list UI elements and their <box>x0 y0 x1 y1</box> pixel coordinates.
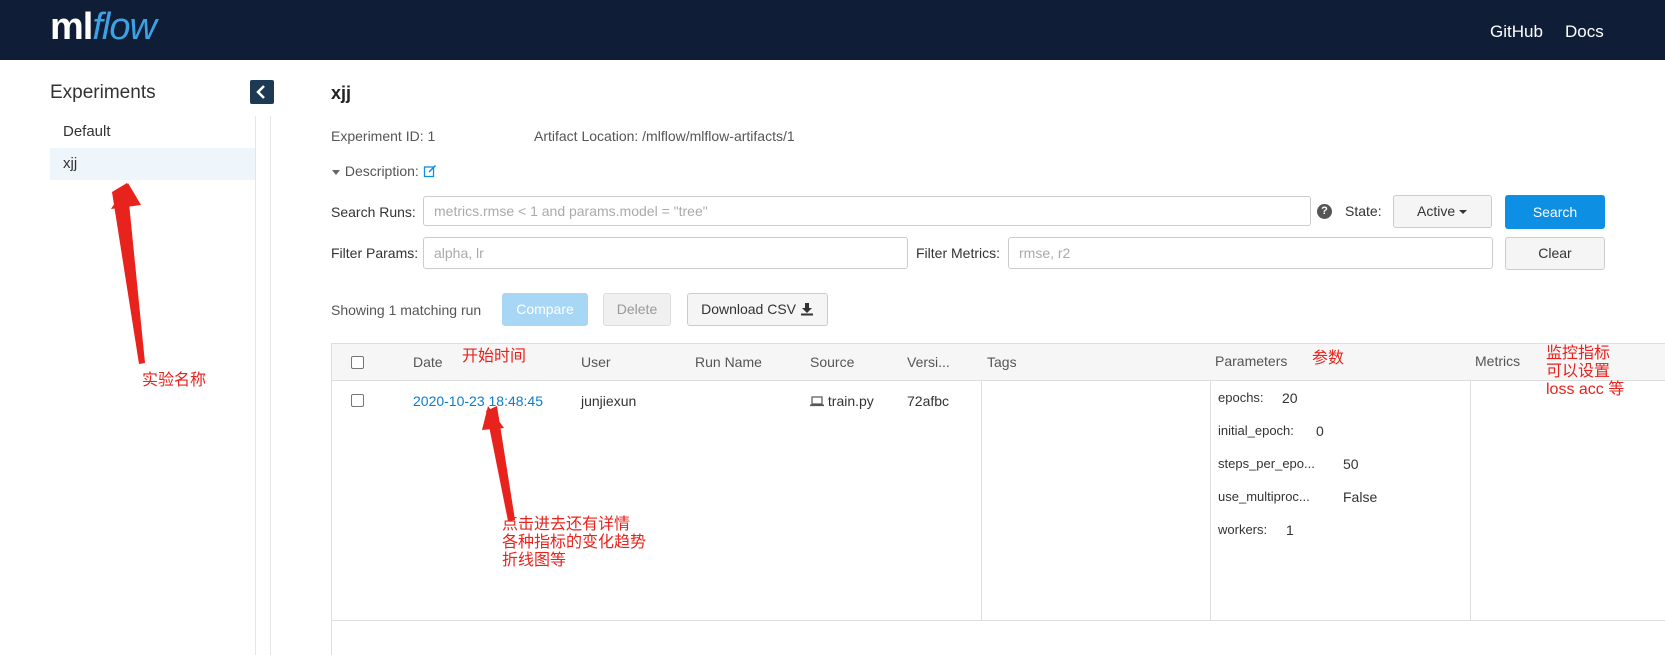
arrow-to-experiment <box>112 183 145 364</box>
annotation-details-line: 各种指标的变化趋势 <box>502 534 647 551</box>
annotation-experiment-name: 实验名称 <box>142 372 207 389</box>
annotation-arrows <box>111 183 515 521</box>
annotation-start-time: 开始时间 <box>462 348 527 365</box>
annotation-metrics-line: 可以设置 <box>1546 363 1611 380</box>
annotation-metrics: 监控指标 可以设置 loss acc 等 <box>1546 345 1624 399</box>
annotation-details-line: 折线图等 <box>502 552 567 569</box>
annotation-params: 参数 <box>1312 350 1345 367</box>
annotation-metrics-line: loss acc 等 <box>1546 381 1625 398</box>
annotation-details-line: 点击进去还有详情 <box>502 516 631 533</box>
annotation-details: 点击进去还有详情 各种指标的变化趋势 折线图等 <box>502 516 646 570</box>
annotation-metrics-line: 监控指标 <box>1546 345 1611 362</box>
